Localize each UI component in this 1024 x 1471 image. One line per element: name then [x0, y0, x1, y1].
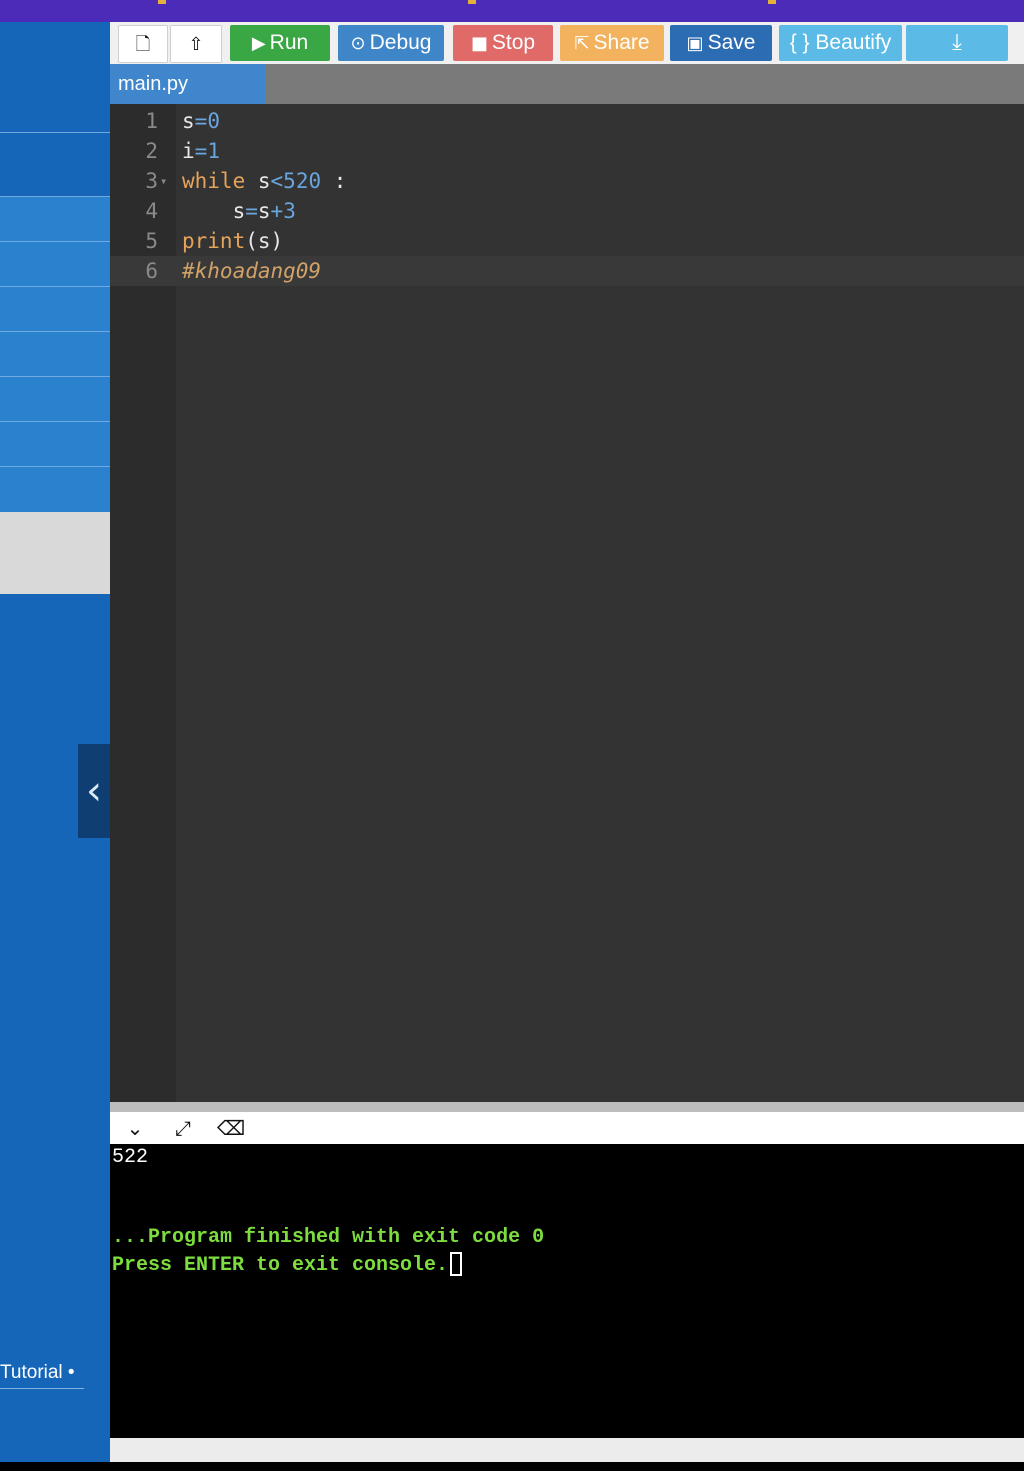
panel-splitter[interactable]: [110, 1102, 1024, 1112]
code-text: i=1: [182, 136, 220, 166]
stop-icon: ■: [470, 33, 488, 54]
sidebar-item[interactable]: [0, 466, 110, 513]
upload-button[interactable]: ⇧: [170, 25, 222, 63]
code-comment: #khoadang09: [182, 259, 322, 283]
code-text: s=0: [182, 106, 220, 136]
code-token: 3: [283, 199, 296, 223]
code-token: 520: [283, 169, 322, 193]
download-button[interactable]: ⤓: [906, 25, 1008, 61]
save-icon: ▣: [686, 33, 704, 54]
sidebar-section: [0, 132, 110, 196]
sidebar-item[interactable]: [0, 196, 110, 241]
browser-top-bar: [0, 0, 1024, 22]
debug-label: Debug: [369, 31, 432, 54]
code-token: 1: [207, 139, 220, 163]
top-mark: [158, 0, 166, 4]
chevron-down-icon[interactable]: ⌄: [120, 1114, 150, 1142]
new-file-button[interactable]: 🗋: [118, 25, 168, 63]
code-line[interactable]: 3 ▾ while s<520 :: [110, 166, 1024, 196]
sidebar-item[interactable]: [0, 286, 110, 331]
line-number: 4: [145, 199, 158, 223]
top-mark: [768, 0, 776, 4]
debug-icon: ⊙: [350, 33, 366, 54]
sidebar-tutorial-link[interactable]: Tutorial •: [0, 1358, 84, 1389]
line-number: 5: [145, 229, 158, 253]
code-line-active[interactable]: 6 #khoadang09: [110, 256, 1024, 286]
fold-arrow-icon[interactable]: ▾: [160, 166, 167, 196]
debug-button[interactable]: ⊙ Debug: [338, 25, 444, 61]
file-tabs: main.py: [110, 64, 1024, 104]
clear-console-icon[interactable]: ⌫: [216, 1114, 246, 1142]
download-icon: ⤓: [952, 30, 962, 55]
chevron-left-icon[interactable]: ‹: [78, 744, 110, 838]
expand-icon[interactable]: ⤢: [168, 1114, 198, 1142]
new-file-icon: 🗋: [135, 34, 151, 55]
line-number: 3: [145, 169, 158, 193]
program-output: 522: [112, 1146, 149, 1169]
tab-main-py[interactable]: main.py: [110, 64, 266, 104]
sidebar-item[interactable]: [0, 331, 110, 376]
code-line[interactable]: 5 print(s): [110, 226, 1024, 256]
toolbar: 🗋 ⇧ ▶ Run ⊙ Debug ■ Stop ⇱ Share ▣ Save { } B…: [110, 22, 1024, 64]
beautify-label: { } Beautify: [789, 31, 892, 54]
exit-prompt: Press ENTER to exit console.: [112, 1254, 449, 1277]
sidebar-header: [0, 22, 110, 133]
code-token: =: [194, 109, 208, 133]
code-line[interactable]: 1 s=0: [110, 106, 1024, 136]
code-token: +: [270, 199, 284, 223]
line-number: 6: [145, 259, 158, 283]
console-cursor: [450, 1252, 463, 1276]
exit-code-message: ...Program finished with exit code 0: [112, 1226, 545, 1249]
sidebar-item[interactable]: [0, 376, 110, 421]
code-token: i: [182, 139, 195, 163]
share-button[interactable]: ⇱ Share: [560, 25, 664, 61]
console-output[interactable]: 522 ...Program finished with exit code 0…: [110, 1144, 1024, 1438]
code-line[interactable]: 4 s=s+3: [110, 196, 1024, 226]
code-token: =: [245, 199, 258, 223]
code-token: =: [194, 139, 208, 163]
code-line[interactable]: 2 i=1: [110, 136, 1024, 166]
code-editor[interactable]: 1 s=0 2 i=1 3 ▾ while s<520 : 4 s=s+3 5 …: [110, 104, 1024, 1102]
bottom-strip: [110, 1438, 1024, 1462]
code-text: while s<520 :: [182, 169, 347, 193]
beautify-button[interactable]: { } Beautify: [779, 25, 902, 61]
console-toolbar: ⌄ ⤢ ⌫: [110, 1112, 1024, 1144]
exit-prompt-line: Press ENTER to exit console.: [112, 1252, 463, 1277]
share-label: Share: [593, 31, 650, 54]
code-text: s=s+3: [182, 199, 296, 223]
top-mark: [468, 0, 476, 4]
share-icon: ⇱: [574, 33, 590, 54]
sidebar-ad-area: [0, 512, 110, 594]
run-button[interactable]: ▶ Run: [230, 25, 330, 61]
sidebar-item[interactable]: [0, 421, 110, 466]
save-button[interactable]: ▣ Save: [670, 25, 772, 61]
code-token: <: [270, 169, 284, 193]
code-token: s: [182, 109, 195, 133]
code-text: print(s): [182, 229, 284, 253]
play-icon: ▶: [251, 33, 266, 54]
sidebar-item[interactable]: [0, 241, 110, 286]
stop-label: Stop: [491, 31, 536, 54]
run-label: Run: [269, 31, 309, 54]
stop-button[interactable]: ■ Stop: [453, 25, 553, 61]
code-token: 0: [207, 109, 220, 133]
upload-icon: ⇧: [188, 34, 204, 55]
line-number: 1: [145, 109, 158, 133]
code-token: while: [182, 169, 246, 193]
line-number: 2: [145, 139, 158, 163]
code-token: print: [182, 229, 246, 253]
save-label: Save: [707, 31, 756, 54]
sidebar: ‹ Tutorial •: [0, 22, 110, 1462]
